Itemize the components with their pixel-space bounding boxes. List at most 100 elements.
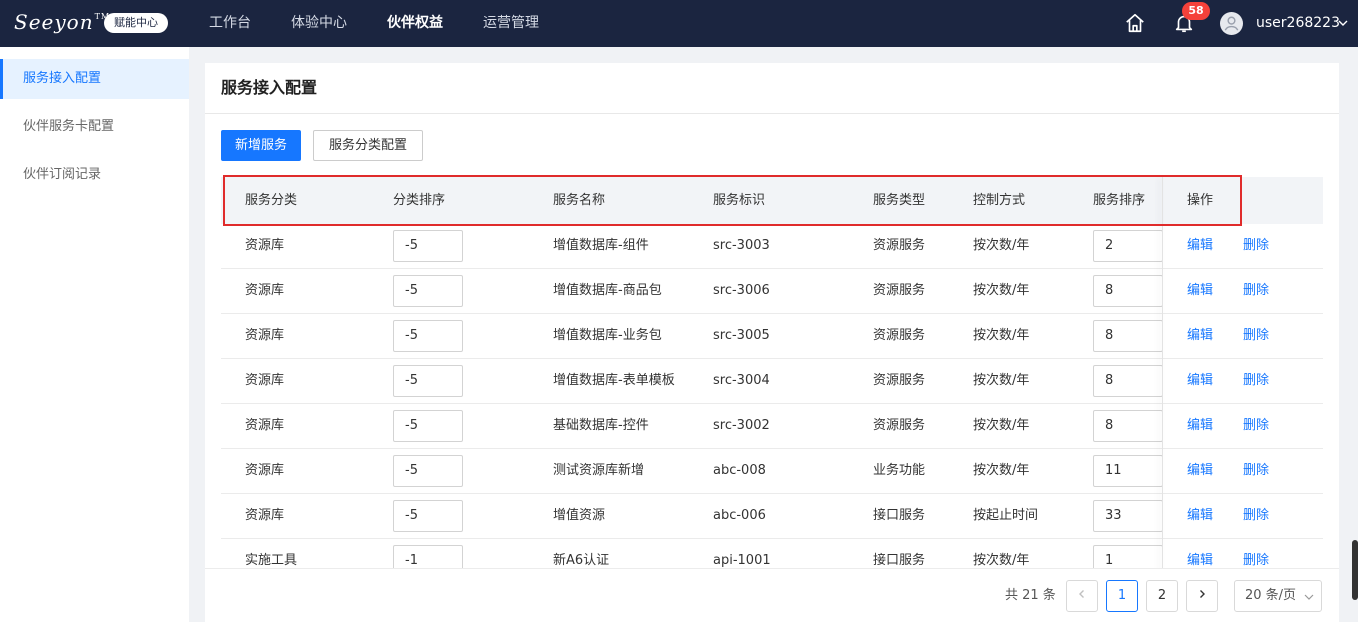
page-size-value: 20 条/页 <box>1245 588 1297 603</box>
cell-service-type: 资源服务 <box>873 328 926 343</box>
sidebar-item-subscription-records[interactable]: 伙伴订阅记录 <box>0 155 189 195</box>
category-order-input[interactable]: -5 <box>393 455 463 487</box>
fixed-column-shadow <box>1162 177 1163 622</box>
service-order-input[interactable]: 8 <box>1093 365 1163 397</box>
cell-control-mode: 按次数/年 <box>973 373 1030 388</box>
cell-service-name: 基础数据库-控件 <box>553 418 649 433</box>
next-page-button[interactable] <box>1186 580 1218 612</box>
column-header-control-mode: 控制方式 <box>973 193 1026 208</box>
notification-badge: 58 <box>1182 2 1210 20</box>
column-header-service-id: 服务标识 <box>713 193 766 208</box>
cell-category: 资源库 <box>245 283 285 298</box>
logo-badge: 赋能中心 <box>104 13 168 33</box>
sidebar: 服务接入配置 伙伴服务卡配置 伙伴订阅记录 <box>0 47 189 622</box>
nav-operations[interactable]: 运营管理 <box>483 0 539 47</box>
page-2-button[interactable]: 2 <box>1146 580 1178 612</box>
cell-category: 资源库 <box>245 373 285 388</box>
category-order-input[interactable]: -5 <box>393 365 463 397</box>
table-row: 资源库 -5 增值数据库-商品包 src-3006 资源服务 按次数/年 8 编… <box>221 269 1323 314</box>
cell-control-mode: 按起止时间 <box>973 508 1039 523</box>
cell-category: 资源库 <box>245 463 285 478</box>
service-order-input[interactable]: 2 <box>1093 230 1163 262</box>
service-order-input[interactable]: 33 <box>1093 500 1163 532</box>
cell-service-name: 测试资源库新增 <box>553 463 645 478</box>
chevron-down-icon <box>1304 594 1314 600</box>
edit-link[interactable]: 编辑 <box>1187 359 1213 403</box>
column-header-service-order: 服务排序 <box>1093 193 1146 208</box>
sidebar-item-partner-card[interactable]: 伙伴服务卡配置 <box>0 107 189 147</box>
table-row: 资源库 -5 增值数据库-组件 src-3003 资源服务 按次数/年 2 编辑… <box>221 224 1323 269</box>
seeyon-logo[interactable]: SeeyonTM <box>14 10 110 34</box>
page-size-select[interactable]: 20 条/页 <box>1234 580 1322 612</box>
avatar[interactable] <box>1220 12 1243 35</box>
top-navbar: SeeyonTM 赋能中心 工作台 体验中心 伙伴权益 运营管理 58 user… <box>0 0 1358 47</box>
edit-link[interactable]: 编辑 <box>1187 494 1213 538</box>
total-count: 共 21 条 <box>1005 588 1056 603</box>
chevron-right-icon <box>1200 590 1205 598</box>
cell-control-mode: 按次数/年 <box>973 283 1030 298</box>
home-icon[interactable] <box>1124 12 1146 34</box>
cell-service-id: src-3003 <box>713 238 770 253</box>
table-row: 资源库 -5 测试资源库新增 abc-008 业务功能 按次数/年 11 编辑 … <box>221 449 1323 494</box>
logo-text: Seeyon <box>14 10 94 34</box>
chevron-down-icon[interactable] <box>1338 18 1348 28</box>
column-header-service-type: 服务类型 <box>873 193 926 208</box>
delete-link[interactable]: 删除 <box>1243 404 1269 448</box>
nav-experience-center[interactable]: 体验中心 <box>291 0 347 47</box>
column-header-category: 服务分类 <box>245 193 298 208</box>
category-order-input[interactable]: -5 <box>393 410 463 442</box>
cell-service-type: 接口服务 <box>873 508 926 523</box>
cell-service-id: abc-008 <box>713 463 766 478</box>
page-title: 服务接入配置 <box>221 78 318 97</box>
add-service-button[interactable]: 新增服务 <box>221 130 301 161</box>
edit-link[interactable]: 编辑 <box>1187 269 1213 313</box>
service-order-input[interactable]: 11 <box>1093 455 1163 487</box>
edit-link[interactable]: 编辑 <box>1187 314 1213 358</box>
delete-link[interactable]: 删除 <box>1243 224 1269 268</box>
edit-link[interactable]: 编辑 <box>1187 224 1213 268</box>
table-row: 资源库 -5 基础数据库-控件 src-3002 资源服务 按次数/年 8 编辑… <box>221 404 1323 449</box>
edit-link[interactable]: 编辑 <box>1187 449 1213 493</box>
cell-category: 资源库 <box>245 508 285 523</box>
delete-link[interactable]: 删除 <box>1243 359 1269 403</box>
category-order-input[interactable]: -5 <box>393 275 463 307</box>
cell-service-name: 增值数据库-业务包 <box>553 328 662 343</box>
delete-link[interactable]: 删除 <box>1243 269 1269 313</box>
cell-service-name: 增值数据库-商品包 <box>553 283 662 298</box>
cell-category: 资源库 <box>245 418 285 433</box>
cell-service-type: 业务功能 <box>873 463 926 478</box>
cell-service-name: 增值数据库-组件 <box>553 238 649 253</box>
category-order-input[interactable]: -5 <box>393 320 463 352</box>
chevron-left-icon <box>1079 590 1084 598</box>
sidebar-item-service-access[interactable]: 服务接入配置 <box>0 59 189 99</box>
cell-control-mode: 按次数/年 <box>973 463 1030 478</box>
nav-partner-rights[interactable]: 伙伴权益 <box>387 0 443 47</box>
category-config-button[interactable]: 服务分类配置 <box>313 130 423 161</box>
cell-category: 资源库 <box>245 238 285 253</box>
page-1-button[interactable]: 1 <box>1106 580 1138 612</box>
service-order-input[interactable]: 8 <box>1093 320 1163 352</box>
cell-service-id: src-3004 <box>713 373 770 388</box>
table-header: 服务分类 分类排序 服务名称 服务标识 服务类型 控制方式 服务排序 操作 <box>221 177 1323 224</box>
category-order-input[interactable]: -5 <box>393 500 463 532</box>
table-row: 资源库 -5 增值资源 abc-006 接口服务 按起止时间 33 编辑 删除 <box>221 494 1323 539</box>
column-header-actions: 操作 <box>1187 193 1214 208</box>
cell-category: 资源库 <box>245 328 285 343</box>
service-order-input[interactable]: 8 <box>1093 410 1163 442</box>
table-row: 资源库 -5 增值数据库-表单模板 src-3004 资源服务 按次数/年 8 … <box>221 359 1323 404</box>
nav-workbench[interactable]: 工作台 <box>209 0 251 47</box>
page-scrollbar[interactable] <box>1352 540 1358 600</box>
delete-link[interactable]: 删除 <box>1243 314 1269 358</box>
edit-link[interactable]: 编辑 <box>1187 404 1213 448</box>
delete-link[interactable]: 删除 <box>1243 449 1269 493</box>
username[interactable]: user268223 <box>1256 0 1340 47</box>
prev-page-button[interactable] <box>1066 580 1098 612</box>
cell-service-name: 增值资源 <box>553 508 606 523</box>
cell-control-mode: 按次数/年 <box>973 328 1030 343</box>
delete-link[interactable]: 删除 <box>1243 494 1269 538</box>
service-order-input[interactable]: 8 <box>1093 275 1163 307</box>
category-order-input[interactable]: -5 <box>393 230 463 262</box>
cell-control-mode: 按次数/年 <box>973 238 1030 253</box>
table-row: 资源库 -5 增值数据库-业务包 src-3005 资源服务 按次数/年 8 编… <box>221 314 1323 359</box>
cell-service-name: 增值数据库-表单模板 <box>553 373 675 388</box>
